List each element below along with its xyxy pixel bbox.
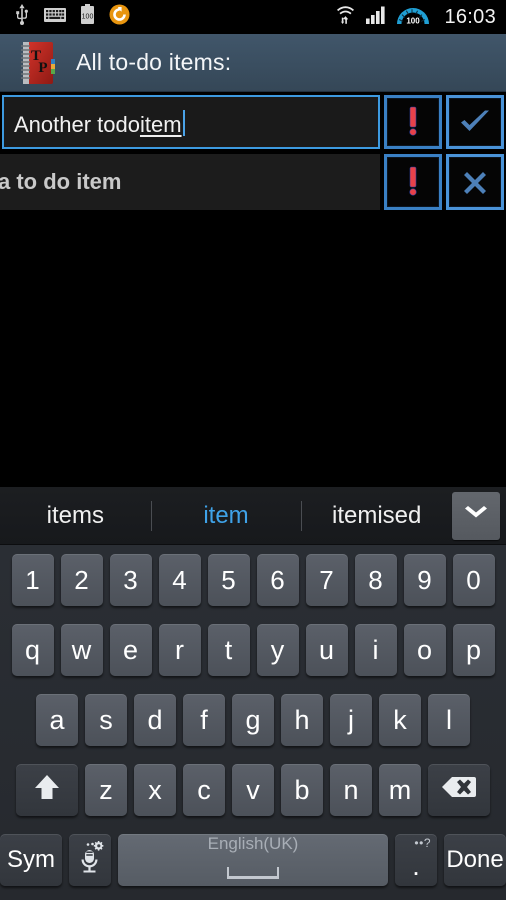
key-l[interactable]: l <box>428 694 470 746</box>
key-k[interactable]: k <box>379 694 421 746</box>
key-7[interactable]: 7 <box>305 554 348 606</box>
gauge-value-text: 100 <box>407 16 421 25</box>
space-key-language-label: English(UK) <box>207 833 299 853</box>
key-m[interactable]: m <box>379 764 421 816</box>
key-2[interactable]: 2 <box>60 554 103 606</box>
new-todo-confirm-button[interactable] <box>446 95 504 149</box>
key-n[interactable]: n <box>330 764 372 816</box>
keyboard-row-home: a s d f g h j k l <box>0 685 506 755</box>
text-caret <box>182 110 185 136</box>
keyboard-row-function: Sym English(UK) ••? . Done <box>0 825 506 895</box>
key-3[interactable]: 3 <box>109 554 152 606</box>
input-text-committed: Another todo <box>14 112 140 137</box>
key-p[interactable]: p <box>452 624 495 676</box>
checkmark-icon <box>461 110 489 131</box>
todo-item-delete-button[interactable] <box>446 154 504 210</box>
period-key[interactable]: ••? . <box>395 834 437 886</box>
done-key[interactable]: Done <box>444 834 506 886</box>
key-8[interactable]: 8 <box>354 554 397 606</box>
key-t[interactable]: t <box>207 624 250 676</box>
key-c[interactable]: c <box>183 764 225 816</box>
key-r[interactable]: r <box>158 624 201 676</box>
svg-text:P: P <box>38 60 47 76</box>
key-q[interactable]: q <box>11 624 54 676</box>
backspace-icon <box>441 775 477 806</box>
todo-list-row[interactable]: a to do item <box>0 152 506 212</box>
exclamation-icon <box>409 106 417 136</box>
suggestion-1[interactable]: item <box>150 487 302 545</box>
keyboard-row-top: q w e r t y u i o p <box>0 615 506 685</box>
todo-item-cell[interactable]: a to do item <box>0 154 380 210</box>
backspace-key[interactable] <box>428 764 490 816</box>
period-key-alt-label: ••? <box>414 836 431 850</box>
empty-list-area <box>0 212 506 456</box>
signal-icon <box>365 4 387 30</box>
keyboard-row-numbers: 1 2 3 4 5 6 7 8 9 0 <box>0 545 506 615</box>
keyboard-icon <box>44 7 66 27</box>
key-4[interactable]: 4 <box>158 554 201 606</box>
space-key[interactable]: English(UK) <box>118 834 388 886</box>
key-9[interactable]: 9 <box>403 554 446 606</box>
sync-icon <box>109 4 130 30</box>
battery-level-text: 100 <box>82 14 94 21</box>
key-5[interactable]: 5 <box>207 554 250 606</box>
new-todo-priority-button[interactable] <box>384 95 442 149</box>
key-e[interactable]: e <box>109 624 152 676</box>
key-d[interactable]: d <box>134 694 176 746</box>
key-j[interactable]: j <box>330 694 372 746</box>
todo-item-label: a to do item <box>0 169 122 194</box>
suggestion-0[interactable]: items <box>0 487 151 545</box>
keyboard-row-bottom: z x c v b n m <box>0 755 506 825</box>
suggestion-bar: items item itemised <box>0 487 506 545</box>
usb-icon <box>14 4 30 30</box>
soft-keyboard: items item itemised 1 2 3 4 5 6 7 8 9 0 … <box>0 487 506 900</box>
key-w[interactable]: w <box>60 624 103 676</box>
suggestion-2[interactable]: itemised <box>301 487 452 545</box>
chevron-down-icon <box>463 505 489 526</box>
key-u[interactable]: u <box>305 624 348 676</box>
shift-icon <box>33 773 61 808</box>
key-y[interactable]: y <box>256 624 299 676</box>
key-b[interactable]: b <box>281 764 323 816</box>
mic-icon <box>75 840 105 880</box>
close-x-icon <box>464 172 486 194</box>
key-v[interactable]: v <box>232 764 274 816</box>
key-1[interactable]: 1 <box>11 554 54 606</box>
key-0[interactable]: 0 <box>452 554 495 606</box>
battery-icon: 100 <box>80 4 95 30</box>
todo-item-priority-button[interactable] <box>384 154 442 210</box>
key-o[interactable]: o <box>403 624 446 676</box>
suggestions-expand-button[interactable] <box>452 491 501 540</box>
key-s[interactable]: s <box>85 694 127 746</box>
input-text-composing: item <box>139 112 182 137</box>
wifi-icon <box>335 4 356 30</box>
symbols-key[interactable]: Sym <box>0 834 62 886</box>
key-i[interactable]: i <box>354 624 397 676</box>
new-todo-row: Another todo item <box>0 92 506 151</box>
key-x[interactable]: x <box>134 764 176 816</box>
space-bar-icon <box>226 855 280 886</box>
new-todo-input[interactable]: Another todo item <box>2 95 380 149</box>
voice-input-key[interactable] <box>69 834 111 886</box>
key-h[interactable]: h <box>281 694 323 746</box>
status-bar-right-icons: 100 16:03 <box>335 4 496 31</box>
data-gauge-icon: 100 <box>396 4 430 31</box>
shift-key[interactable] <box>16 764 78 816</box>
key-6[interactable]: 6 <box>256 554 299 606</box>
key-a[interactable]: a <box>36 694 78 746</box>
app-header-bar: T P All to-do items: <box>0 34 506 92</box>
todo-notebook-icon: T P <box>16 39 58 87</box>
exclamation-icon <box>409 166 417 196</box>
new-todo-input-text: Another todo item <box>14 106 185 138</box>
period-key-label: . <box>412 850 420 881</box>
key-f[interactable]: f <box>183 694 225 746</box>
status-bar-clock: 16:03 <box>444 5 496 28</box>
status-bar-left-icons: 100 <box>14 4 130 30</box>
key-g[interactable]: g <box>232 694 274 746</box>
page-title: All to-do items: <box>76 49 232 75</box>
status-bar: 100 100 16:03 <box>0 0 506 34</box>
key-z[interactable]: z <box>85 764 127 816</box>
